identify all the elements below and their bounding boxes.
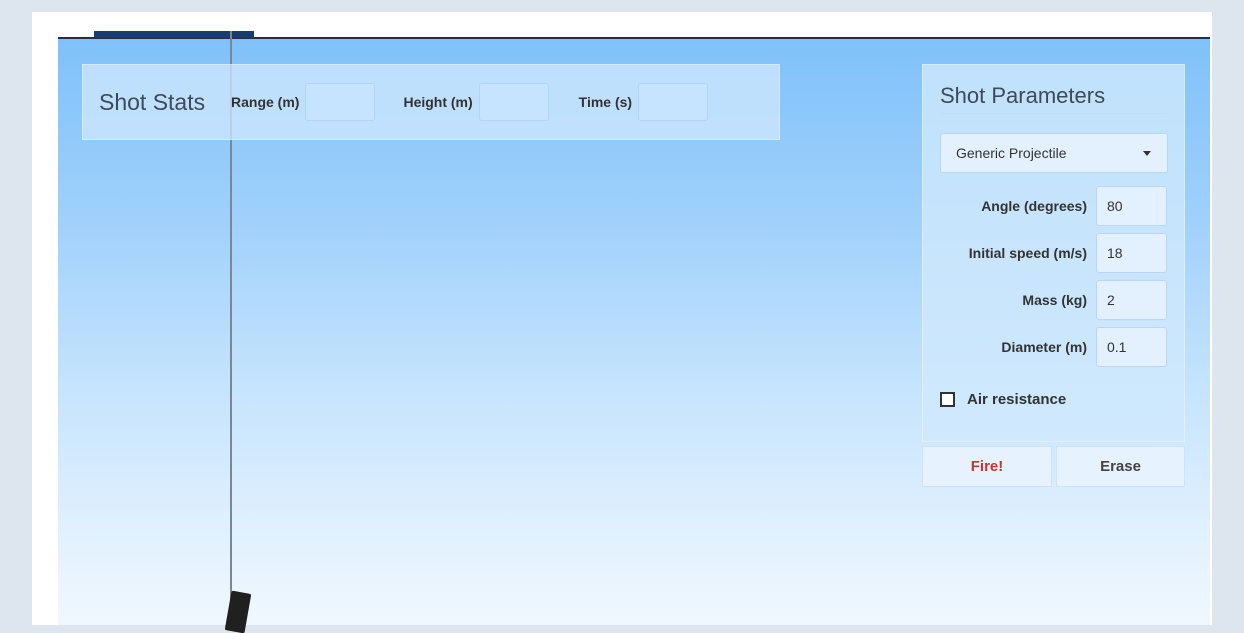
range-value-box [305, 83, 376, 121]
mass-row: Mass (kg) 2 [923, 280, 1186, 320]
angle-label: Angle (degrees) [981, 198, 1087, 214]
height-label: Height (m) [403, 94, 473, 110]
mass-label: Mass (kg) [1022, 292, 1087, 308]
air-resistance-label[interactable]: Air resistance [967, 391, 1066, 408]
height-value-box [478, 83, 549, 121]
shot-stats-title: Shot Stats [99, 88, 206, 115]
time-label: Time (s) [578, 94, 633, 110]
diameter-label: Diameter (m) [1001, 339, 1087, 355]
erase-button[interactable]: Erase [1056, 446, 1185, 487]
fire-button[interactable]: Fire! [922, 446, 1052, 487]
shot-parameters-panel: Shot Parameters Generic Projectile Angle… [922, 64, 1185, 442]
chevron-down-icon [1143, 151, 1151, 156]
diameter-row: Diameter (m) 0.1 [923, 327, 1186, 367]
mass-input[interactable]: 2 [1096, 280, 1167, 320]
projectile-select-value: Generic Projectile [956, 145, 1067, 161]
shot-parameters-title: Shot Parameters [940, 83, 1106, 108]
title-divider [940, 113, 1167, 114]
projectile-select[interactable]: Generic Projectile [940, 133, 1168, 173]
air-resistance-row[interactable]: Air resistance [940, 391, 1066, 408]
time-value-box [638, 83, 709, 121]
speed-row: Initial speed (m/s) 18 [923, 233, 1186, 273]
angle-input[interactable]: 80 [1096, 186, 1167, 226]
air-resistance-checkbox[interactable] [940, 392, 955, 407]
speed-label: Initial speed (m/s) [968, 245, 1087, 261]
shot-stats-panel: Shot Stats Range (m) Height (m) Time (s) [82, 64, 780, 140]
range-label: Range (m) [231, 94, 300, 110]
diameter-input[interactable]: 0.1 [1096, 327, 1167, 367]
speed-input[interactable]: 18 [1096, 233, 1167, 273]
angle-row: Angle (degrees) 80 [923, 186, 1186, 226]
